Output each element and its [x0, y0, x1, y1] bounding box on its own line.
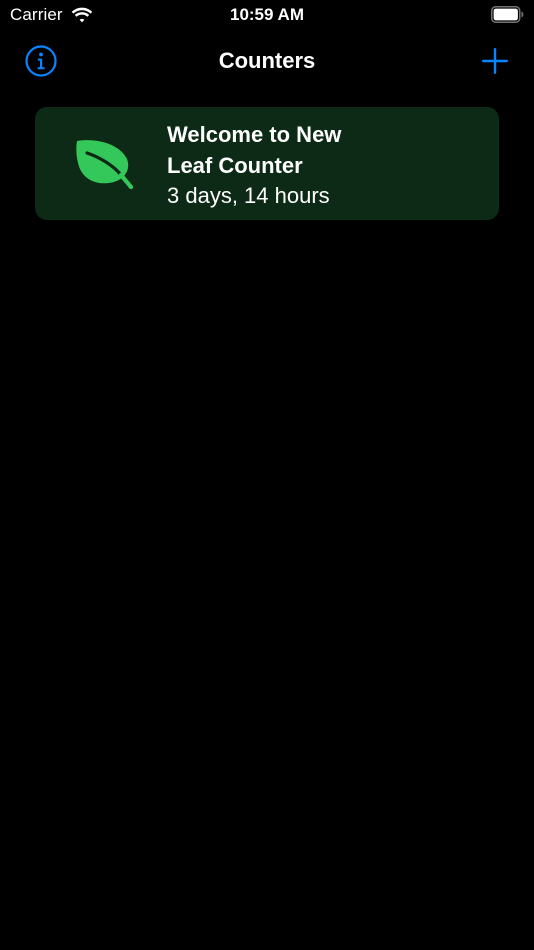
- navigation-bar: Counters: [0, 38, 534, 84]
- counter-title-line-2: Leaf Counter: [167, 153, 303, 178]
- counter-title-line-1: Welcome to New: [167, 122, 342, 147]
- plus-icon: [482, 48, 508, 74]
- counter-elapsed: 3 days, 14 hours: [167, 183, 330, 208]
- add-counter-button[interactable]: [480, 46, 510, 76]
- battery-icon: [491, 6, 524, 23]
- status-time: 10:59 AM: [229, 5, 304, 24]
- counter-text: Welcome to New Leaf Counter 3 days, 14 h…: [167, 119, 467, 211]
- leaf-icon: [76, 140, 134, 190]
- counter-card[interactable]: Welcome to New Leaf Counter 3 days, 14 h…: [35, 107, 499, 220]
- page-title: Counters: [218, 48, 316, 73]
- status-bar: Carrier 10:59 AM: [0, 0, 534, 30]
